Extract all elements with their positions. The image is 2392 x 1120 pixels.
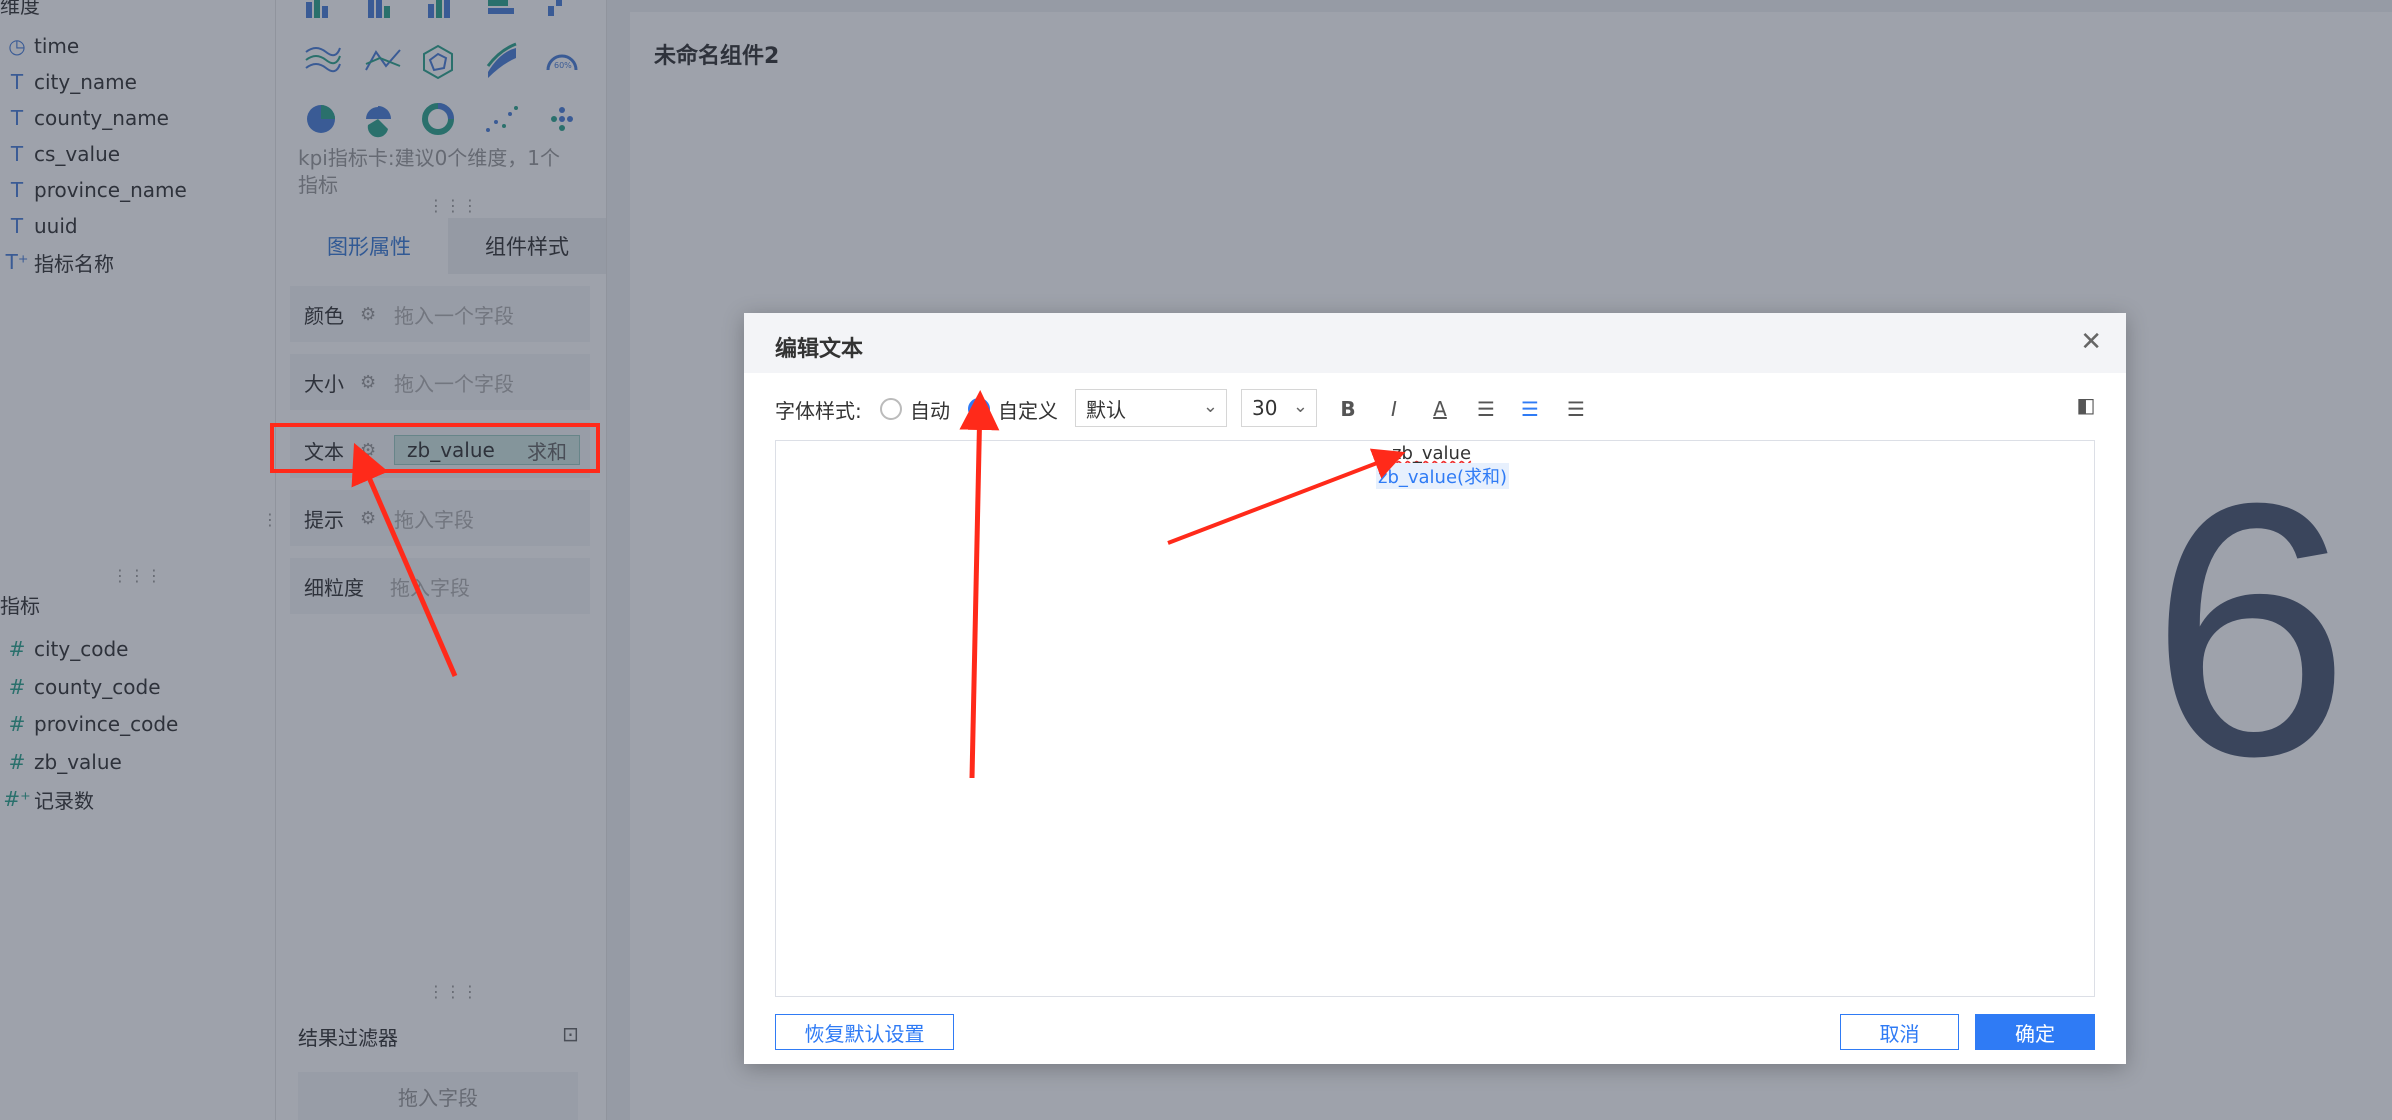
annotation-arrow-to-text-row (351, 442, 458, 677)
annotation-arrow-to-editor-text (1167, 448, 1406, 545)
annotation-arrow-to-custom-radio (959, 390, 1000, 779)
annotation-arrows (351, 390, 1406, 779)
